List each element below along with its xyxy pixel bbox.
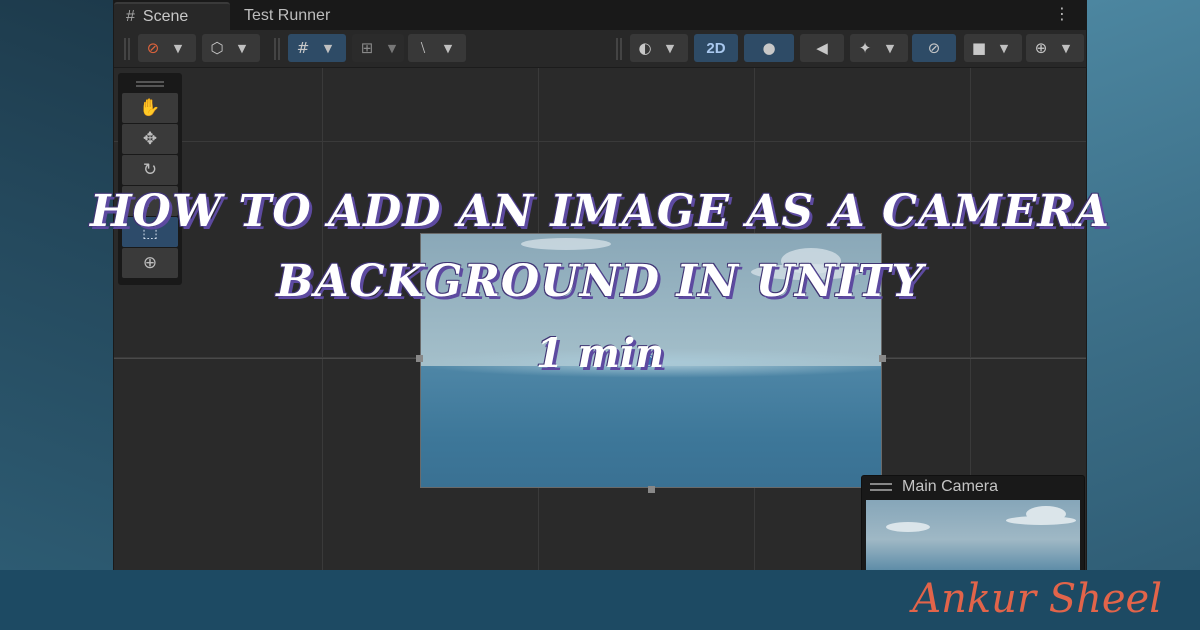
move-tool-icon[interactable]: ✥ <box>122 124 178 154</box>
cloud <box>1006 516 1076 525</box>
cube-icon: ⬡ <box>210 39 224 57</box>
rect-handle-left[interactable] <box>416 355 423 362</box>
toggle-2d-button[interactable]: 2D <box>694 34 738 62</box>
draw-mode-dropdown[interactable]: ◐ ▼ <box>630 34 688 62</box>
camera-gizmo-icon[interactable]: ◉ <box>642 350 656 369</box>
toggle-2d-label: 2D <box>706 39 726 57</box>
effects-dropdown[interactable]: ✦ ▼ <box>850 34 908 62</box>
grid-icon: # <box>296 39 310 57</box>
chevron-down-icon: ▼ <box>443 41 453 55</box>
chevron-down-icon: ▼ <box>237 41 247 55</box>
chevron-down-icon: ▼ <box>1061 41 1071 55</box>
incremental-snap-dropdown[interactable]: ⊞ ▼ <box>352 34 404 62</box>
camera-preview-image <box>866 500 1080 570</box>
chevron-down-icon: ▼ <box>999 41 1009 55</box>
hidden-objects-toggle[interactable]: ⊘ <box>912 34 956 62</box>
chevron-down-icon: ▼ <box>885 41 895 55</box>
camera-settings-dropdown[interactable]: ■ ▼ <box>964 34 1022 62</box>
cloud <box>886 522 930 532</box>
footer-band: Ankur Sheel <box>0 570 1200 630</box>
chevron-down-icon: ▼ <box>323 41 333 55</box>
tab-test-runner[interactable]: Test Runner <box>232 2 362 30</box>
hand-tool-icon[interactable]: ✋ <box>122 93 178 123</box>
pivot-icon: ⊘ <box>146 39 160 57</box>
transform-tool-icon[interactable]: ⊕ <box>122 248 178 278</box>
object-mode-dropdown[interactable]: ⬡ ▼ <box>202 34 260 62</box>
globe-icon: ⊕ <box>1034 39 1048 57</box>
tool-palette: ✋ ✥ ↻ ⤢ ⬚ ⊕ <box>118 73 182 285</box>
tab-test-runner-label: Test Runner <box>244 7 331 24</box>
effects-icon: ✦ <box>858 39 872 57</box>
more-options-icon[interactable]: ⋮ <box>1054 6 1070 22</box>
hash-icon: # <box>126 8 135 25</box>
unity-editor-window: # Scene Test Runner ⋮ ⊘ ▼ ⬡ ▼ # ▼ ⊞ ▼ ⧵ … <box>113 0 1087 570</box>
camera-preview-panel: Main Camera <box>861 475 1085 570</box>
toolbar-grip-icon[interactable] <box>274 38 280 60</box>
rect-tool-icon[interactable]: ⬚ <box>122 217 178 247</box>
ruler-icon: ⧵ <box>420 39 426 57</box>
sea-area <box>421 365 881 487</box>
tab-scene[interactable]: # Scene <box>114 2 230 30</box>
drag-handle-icon[interactable] <box>870 483 892 491</box>
gizmo-orient-dropdown[interactable]: ⊘ ▼ <box>138 34 196 62</box>
tab-scene-label: Scene <box>142 8 189 25</box>
chevron-down-icon: ▼ <box>387 41 397 55</box>
scene-toolbar: ⊘ ▼ ⬡ ▼ # ▼ ⊞ ▼ ⧵ ▼ ◐ ▼ 2D ● ◀ ✦ ▼ ⊘ ■ ▼… <box>114 30 1086 68</box>
rect-handle-bottom[interactable] <box>648 486 655 493</box>
mute-icon: ◀ <box>816 39 828 57</box>
cloud <box>751 264 861 280</box>
author-name: Ankur Sheel <box>912 576 1162 622</box>
gizmos-dropdown[interactable]: ⊕ ▼ <box>1026 34 1084 62</box>
rotate-tool-icon[interactable]: ↻ <box>122 155 178 185</box>
chevron-down-icon: ▼ <box>665 41 675 55</box>
chevron-down-icon: ▼ <box>173 41 183 55</box>
camera-preview-header[interactable]: Main Camera <box>862 476 1084 498</box>
cloud <box>521 238 611 250</box>
grid-snap-dropdown[interactable]: # ▼ <box>288 34 346 62</box>
lightbulb-icon: ● <box>762 39 776 57</box>
ruler-dropdown[interactable]: ⧵ ▼ <box>408 34 466 62</box>
tab-bar: # Scene Test Runner ⋮ <box>114 0 1086 30</box>
eye-slash-icon: ⊘ <box>927 39 941 57</box>
lighting-toggle[interactable]: ● <box>744 34 794 62</box>
shading-icon: ◐ <box>638 39 652 57</box>
camera-icon: ■ <box>971 39 987 57</box>
toolbar-grip-icon[interactable] <box>124 38 130 60</box>
background-right <box>1087 0 1200 570</box>
scale-tool-icon[interactable]: ⤢ <box>122 186 178 216</box>
toolbar-grip-icon[interactable] <box>616 38 622 60</box>
rect-handle-right[interactable] <box>879 355 886 362</box>
snap-icon: ⊞ <box>360 39 374 57</box>
palette-grip-icon[interactable] <box>136 81 164 87</box>
camera-preview-title: Main Camera <box>902 478 999 495</box>
audio-toggle[interactable]: ◀ <box>800 34 844 62</box>
background-left <box>0 0 113 570</box>
